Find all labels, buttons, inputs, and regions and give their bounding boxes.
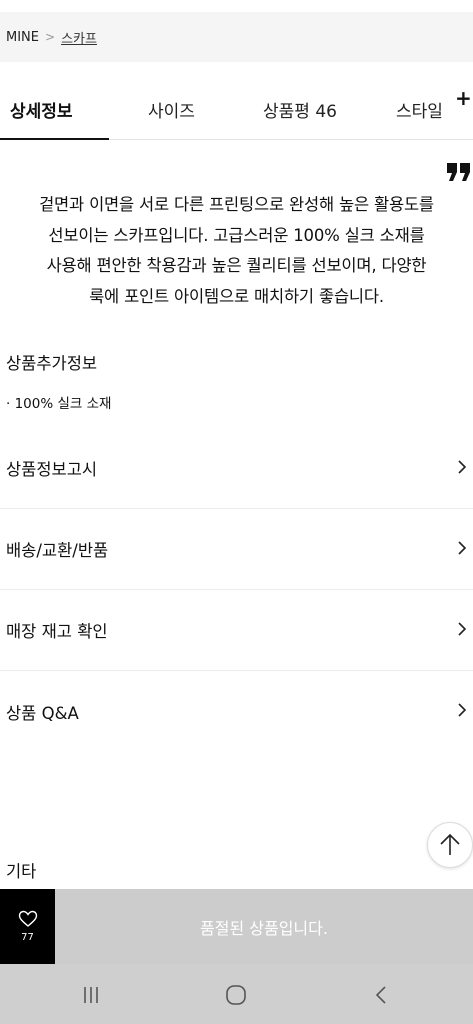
breadcrumb-separator: > [45,30,56,44]
accordion-label: 배송/교환/반품 [6,541,109,560]
plus-icon: + [455,86,472,110]
accordion-product-qa[interactable]: 상품 Q&A [0,671,473,752]
active-tab-indicator [0,138,109,140]
description-line: 선보이는 스카프입니다. 고급스러운 100% 실크 소재를 [48,225,425,245]
extra-info-item: · 100% 실크 소재 [6,396,112,412]
accordion-label: 매장 재고 확인 [6,622,108,641]
quote-icon [447,163,470,181]
home-icon [226,985,246,1005]
tab-bar: 상세정보 사이즈 상품평 46 스타일 [0,78,473,140]
tab-size[interactable]: 사이즈 [148,78,195,140]
back-button[interactable] [368,982,394,1008]
arrow-up-icon [440,833,460,855]
heart-icon [18,910,37,927]
soldout-button[interactable]: 품절된 상품입니다. [55,889,473,964]
accordion-product-notice[interactable]: 상품정보고시 [0,428,473,509]
system-nav-bar [0,964,473,1024]
breadcrumb: MINE > 스카프 [0,12,473,62]
bottom-action-bar: 77 품절된 상품입니다. [0,889,473,964]
description-line: 사용해 편안한 착용감과 높은 퀄리티를 선보이며, 다양한 [46,256,427,275]
chevron-right-icon [458,460,467,474]
tab-detail-info[interactable]: 상세정보 [10,78,73,140]
info-accordion: 상품정보고시 배송/교환/반품 매장 재고 확인 상품 Q&A [0,428,473,752]
chevron-right-icon [458,703,467,717]
chevron-right-icon [458,541,467,555]
back-icon [375,986,386,1004]
like-button[interactable]: 77 [0,889,55,964]
recent-apps-button[interactable] [78,982,104,1008]
recent-apps-icon [84,987,98,1003]
description-line: 겉면과 이면을 서로 다른 프린팅으로 완성해 높은 활용도를 [39,195,434,214]
extra-info-title: 상품추가정보 [6,354,98,373]
home-button[interactable] [223,982,249,1008]
accordion-shipping-returns[interactable]: 배송/교환/반품 [0,509,473,590]
chevron-right-icon [458,622,467,636]
tab-style[interactable]: 스타일 [396,78,443,140]
tab-reviews[interactable]: 상품평 46 [263,78,337,140]
description-line: 룩에 포인트 아이템으로 매치하기 좋습니다. [89,286,384,306]
accordion-label: 상품정보고시 [6,460,98,479]
breadcrumb-current[interactable]: 스카프 [61,28,97,47]
accordion-store-stock[interactable]: 매장 재고 확인 [0,590,473,671]
like-count: 77 [21,932,34,943]
other-section-title: 기타 [6,862,37,881]
scroll-to-top-button[interactable] [427,822,473,868]
product-description: 겉면과 이면을 서로 다른 프린팅으로 완성해 높은 활용도를 선보이는 스카프… [0,190,473,312]
accordion-label: 상품 Q&A [6,703,79,723]
breadcrumb-root[interactable]: MINE [6,30,39,45]
